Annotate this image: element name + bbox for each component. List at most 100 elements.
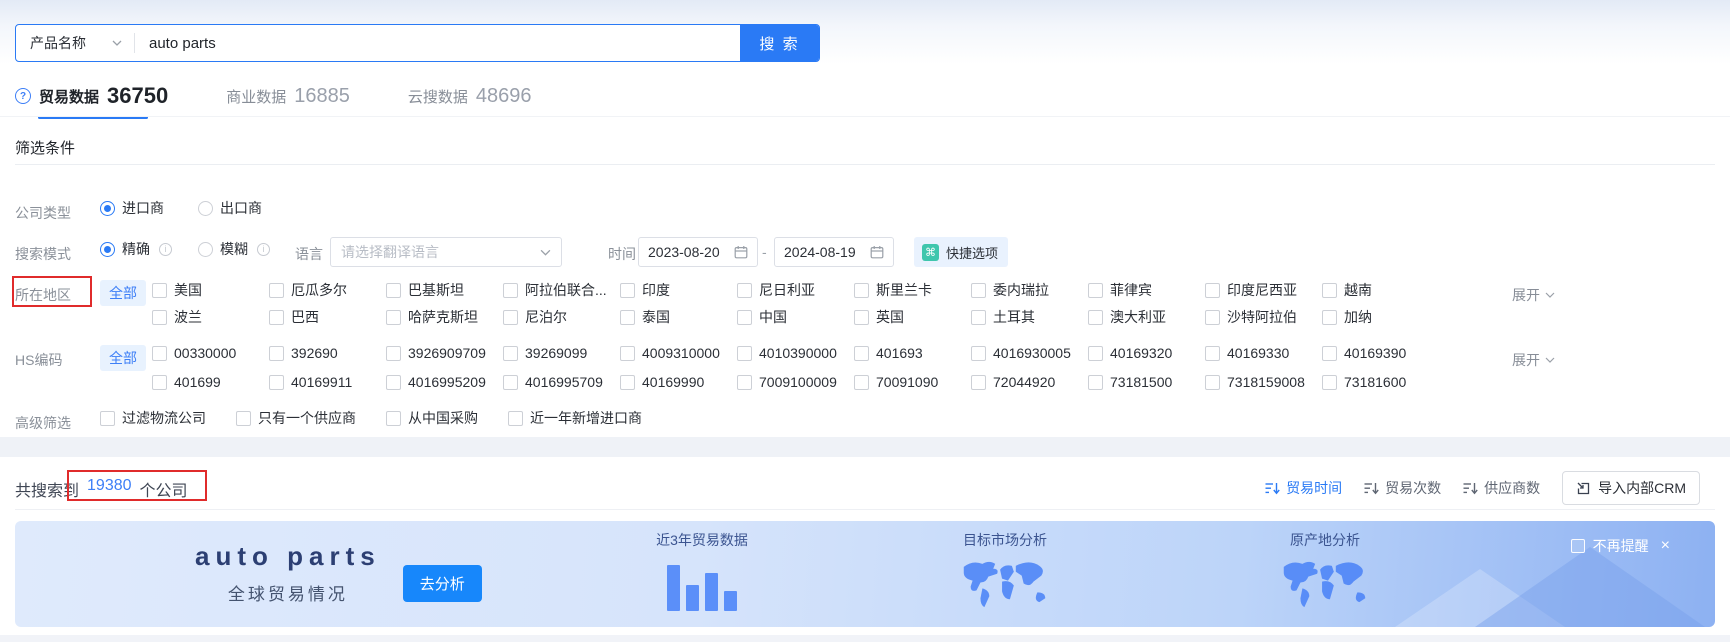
hs-code-checkbox[interactable]: 73181500	[1088, 374, 1205, 390]
hs-code-checkbox[interactable]: 4009310000	[620, 345, 737, 361]
checkbox-icon[interactable]	[971, 345, 986, 361]
checkbox-icon[interactable]	[503, 282, 518, 298]
region-checkbox[interactable]: 尼日利亚	[737, 280, 854, 300]
info-icon[interactable]: i	[257, 242, 270, 256]
advanced-filter-checkbox[interactable]: 过滤物流公司	[100, 408, 206, 428]
region-checkbox[interactable]: 沙特阿拉伯	[1205, 307, 1322, 327]
region-checkbox[interactable]: 巴西	[269, 307, 386, 327]
start-date-picker[interactable]: 2023-08-20	[638, 237, 758, 267]
hs-code-checkbox[interactable]: 401699	[152, 374, 269, 390]
checkbox-icon[interactable]	[503, 374, 518, 390]
radio-exporter[interactable]: 出口商	[198, 198, 262, 218]
region-checkbox[interactable]: 加纳	[1322, 307, 1439, 327]
radio-selected-icon[interactable]	[100, 241, 115, 257]
checkbox-icon[interactable]	[269, 282, 284, 298]
hs-code-checkbox[interactable]: 7318159008	[1205, 374, 1322, 390]
sort-trade-time[interactable]: 贸易时间	[1265, 478, 1342, 498]
region-checkbox[interactable]: 泰国	[620, 307, 737, 327]
checkbox-icon[interactable]	[1205, 345, 1220, 361]
checkbox-icon[interactable]	[386, 374, 401, 390]
sort-trade-count[interactable]: 贸易次数	[1364, 478, 1441, 498]
advanced-filter-checkbox[interactable]: 只有一个供应商	[236, 408, 356, 428]
tab-trade-data[interactable]: ? 贸易数据 36750	[15, 76, 168, 119]
hs-code-checkbox[interactable]: 7009100009	[737, 374, 854, 390]
tab-business-data[interactable]: 商业数据 16885	[226, 76, 350, 116]
checkbox-icon[interactable]	[971, 374, 986, 390]
checkbox-icon[interactable]	[1088, 374, 1103, 390]
checkbox-icon[interactable]	[152, 309, 167, 325]
hs-code-checkbox[interactable]: 392690	[269, 345, 386, 361]
checkbox-icon[interactable]	[737, 374, 752, 390]
checkbox-icon[interactable]	[386, 282, 401, 298]
region-checkbox[interactable]: 印度	[620, 280, 737, 300]
region-checkbox[interactable]: 印度尼西亚	[1205, 280, 1322, 300]
radio-fuzzy-mode[interactable]: 模糊 i	[198, 239, 270, 259]
region-checkbox[interactable]: 中国	[737, 307, 854, 327]
hs-code-checkbox[interactable]: 73181600	[1322, 374, 1439, 390]
region-checkbox[interactable]: 委内瑞拉	[971, 280, 1088, 300]
hs-code-checkbox[interactable]: 4016995709	[503, 374, 620, 390]
hs-code-checkbox[interactable]: 70091090	[854, 374, 971, 390]
language-select[interactable]: 请选择翻译语言	[330, 237, 562, 267]
checkbox-icon[interactable]	[1088, 282, 1103, 298]
checkbox-icon[interactable]	[1322, 309, 1337, 325]
checkbox-icon[interactable]	[1205, 374, 1220, 390]
analyze-button[interactable]: 去分析	[402, 564, 482, 602]
checkbox-icon[interactable]	[971, 282, 986, 298]
region-all-button[interactable]: 全部	[100, 280, 146, 306]
checkbox-icon[interactable]	[620, 309, 635, 325]
hs-code-checkbox[interactable]: 4010390000	[737, 345, 854, 361]
hs-code-checkbox[interactable]: 4016930005	[971, 345, 1088, 361]
checkbox-icon[interactable]	[620, 282, 635, 298]
hs-code-checkbox[interactable]: 40169390	[1322, 345, 1439, 361]
search-input[interactable]	[135, 34, 740, 52]
sort-supplier-count[interactable]: 供应商数	[1463, 478, 1540, 498]
radio-exact-mode[interactable]: 精确 i	[100, 239, 172, 259]
help-icon[interactable]: ?	[15, 88, 31, 104]
checkbox-icon[interactable]	[1205, 309, 1220, 325]
checkbox-icon[interactable]	[1322, 282, 1337, 298]
checkbox-icon[interactable]	[152, 345, 167, 361]
search-category-select[interactable]: 产品名称	[16, 25, 134, 61]
checkbox-icon[interactable]	[269, 374, 284, 390]
checkbox-icon[interactable]	[971, 309, 986, 325]
region-checkbox[interactable]: 厄瓜多尔	[269, 280, 386, 300]
hs-code-checkbox[interactable]: 40169330	[1205, 345, 1322, 361]
quick-options-button[interactable]: ⌘ 快捷选项	[914, 237, 1009, 267]
checkbox-icon[interactable]	[503, 309, 518, 325]
hs-code-checkbox[interactable]: 3926909709	[386, 345, 503, 361]
region-checkbox[interactable]: 美国	[152, 280, 269, 300]
checkbox-icon[interactable]	[854, 345, 869, 361]
checkbox-icon[interactable]	[854, 309, 869, 325]
hs-code-checkbox[interactable]: 401693	[854, 345, 971, 361]
checkbox-icon[interactable]	[1322, 374, 1337, 390]
region-checkbox[interactable]: 菲律宾	[1088, 280, 1205, 300]
hs-code-all-button[interactable]: 全部	[100, 345, 146, 371]
checkbox-icon[interactable]	[854, 282, 869, 298]
checkbox-icon[interactable]	[1205, 282, 1220, 298]
radio-unselected-icon[interactable]	[198, 200, 213, 216]
region-checkbox[interactable]: 斯里兰卡	[854, 280, 971, 300]
hs-code-checkbox[interactable]: 00330000	[152, 345, 269, 361]
checkbox-icon[interactable]	[1088, 309, 1103, 325]
checkbox-icon[interactable]	[152, 374, 167, 390]
region-expand-link[interactable]: 展开	[1512, 285, 1555, 305]
hs-code-checkbox[interactable]: 40169911	[269, 374, 386, 390]
tab-cloud-search-data[interactable]: 云搜数据 48696	[408, 76, 532, 116]
radio-importer[interactable]: 进口商	[100, 198, 164, 218]
advanced-filter-checkbox[interactable]: 近一年新增进口商	[508, 408, 642, 428]
hs-code-checkbox[interactable]: 39269099	[503, 345, 620, 361]
region-checkbox[interactable]: 越南	[1322, 280, 1439, 300]
checkbox-icon[interactable]	[737, 282, 752, 298]
hs-code-checkbox[interactable]: 40169990	[620, 374, 737, 390]
checkbox-icon[interactable]	[269, 345, 284, 361]
checkbox-icon[interactable]	[236, 410, 251, 426]
checkbox-icon[interactable]	[1322, 345, 1337, 361]
info-icon[interactable]: i	[159, 242, 172, 256]
region-checkbox[interactable]: 土耳其	[971, 307, 1088, 327]
checkbox-icon[interactable]	[620, 345, 635, 361]
region-checkbox[interactable]: 英国	[854, 307, 971, 327]
checkbox-icon[interactable]	[503, 345, 518, 361]
checkbox-icon[interactable]	[737, 309, 752, 325]
region-checkbox[interactable]: 巴基斯坦	[386, 280, 503, 300]
